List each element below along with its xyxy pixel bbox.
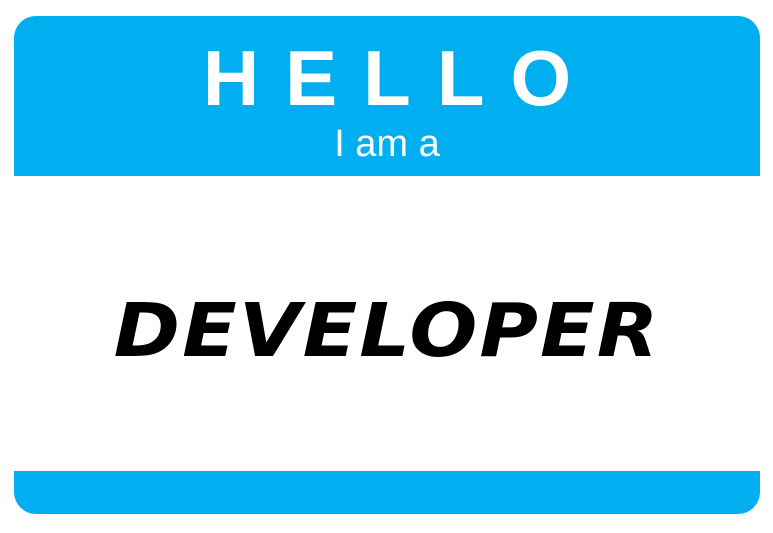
name-write-area: DEVELOPER bbox=[14, 176, 760, 471]
name-tag-badge: HELLO I am a DEVELOPER bbox=[14, 16, 760, 514]
handwritten-name: DEVELOPER bbox=[113, 287, 661, 374]
badge-header: HELLO I am a bbox=[14, 16, 760, 176]
intro-text: I am a bbox=[334, 123, 440, 165]
greeting-heading: HELLO bbox=[202, 34, 598, 122]
badge-footer-band bbox=[14, 471, 760, 514]
